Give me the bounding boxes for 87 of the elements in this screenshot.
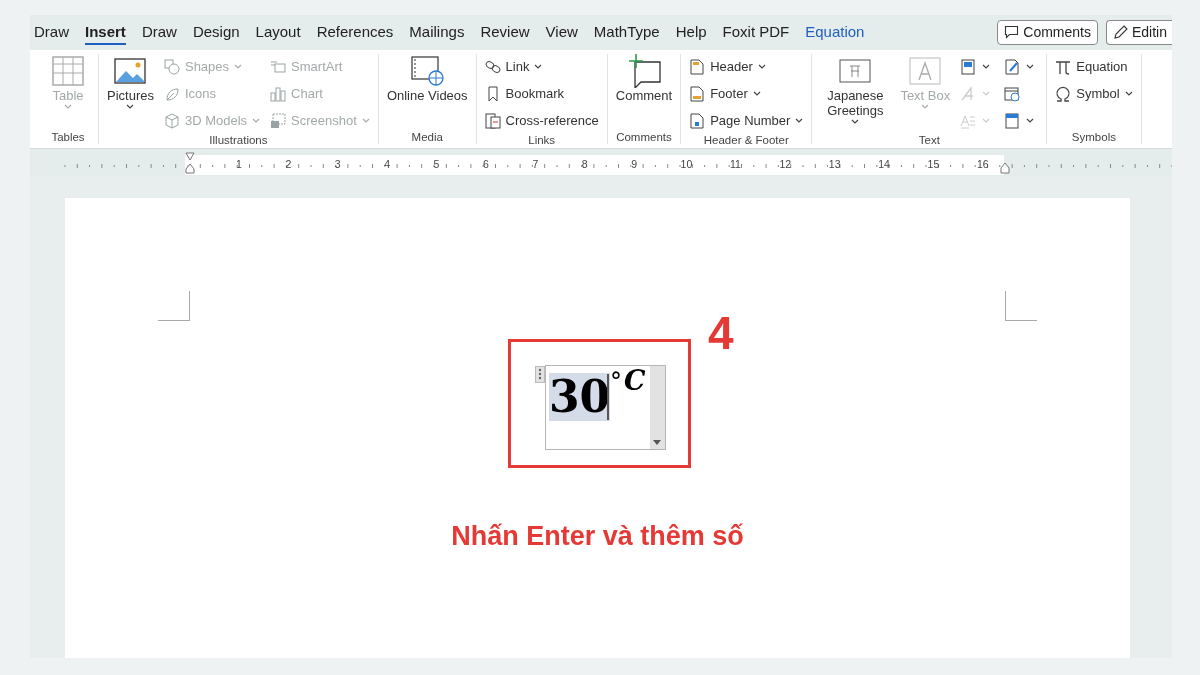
ribbon-button[interactable]: Cross-reference <box>484 108 599 133</box>
calendar-icon <box>1004 85 1021 102</box>
table-icon <box>52 55 84 86</box>
indent-marker <box>185 152 195 175</box>
page-number-icon <box>689 112 706 129</box>
top-bar-button[interactable]: Comments <box>997 19 1098 45</box>
ribbon-tab[interactable]: Review <box>473 17 537 48</box>
group-label: Symbols <box>1070 130 1117 145</box>
ruler-number: 12 <box>779 157 792 173</box>
text-box-icon <box>908 55 943 86</box>
ruler-number: 2 <box>285 157 292 173</box>
group-label: Comments <box>615 130 673 145</box>
top-bar-button[interactable]: Editin <box>1105 19 1172 45</box>
screenshot-icon <box>270 112 287 129</box>
ribbon-tab[interactable]: Draw <box>134 17 184 48</box>
ruler-number: 13 <box>828 157 841 173</box>
header-icon <box>689 58 706 75</box>
ribbon-tab[interactable]: References <box>309 17 401 48</box>
ruler-number: 11 <box>730 157 741 173</box>
ribbon-button[interactable]: Pictures <box>107 54 154 109</box>
caption: Nhấn Enter và thêm số <box>450 520 745 553</box>
group-label: Text <box>917 132 941 147</box>
ribbon-tab[interactable]: Design <box>185 17 247 48</box>
object-icon <box>1004 112 1021 129</box>
group-label: Links <box>527 132 557 147</box>
ruler-number: 4 <box>384 157 391 173</box>
ruler-number: 14 <box>878 157 890 173</box>
margin-corner-mark <box>1005 291 1037 321</box>
text-cursor <box>607 374 609 420</box>
degree-sign: ° <box>610 368 622 396</box>
ribbon-button[interactable]: Header <box>689 54 804 79</box>
unit-symbol: C <box>624 366 646 396</box>
ribbon-button[interactable]: Comment <box>615 54 673 103</box>
ruler-number: 16 <box>977 157 989 173</box>
ribbon-tab[interactable]: MathType <box>586 17 667 48</box>
group-label: Tables <box>50 130 86 145</box>
ruler-number: 10 <box>680 157 693 173</box>
ribbon-tab[interactable]: Draw <box>30 17 76 48</box>
group-label: Media <box>410 130 444 145</box>
link-icon <box>484 58 501 75</box>
ribbon-button[interactable]: Online Videos <box>386 54 468 103</box>
ruler-number: 15 <box>927 157 940 173</box>
video-globe-icon <box>410 55 444 86</box>
ribbon-button[interactable]: Page Number <box>689 108 804 133</box>
ruler-number: 1 <box>236 157 242 173</box>
group-label: Illustrations <box>208 132 269 147</box>
equation-number: 30 <box>549 373 611 421</box>
ribbon-tab[interactable]: Insert <box>78 17 133 48</box>
group-label: Header & Footer <box>702 132 790 147</box>
ribbon-tab[interactable]: Mailings <box>402 17 472 48</box>
pencil-icon <box>1112 25 1128 40</box>
ribbon-button[interactable]: Link <box>484 54 599 79</box>
ruler-number: 8 <box>581 157 588 173</box>
ribbon-button[interactable]: Symbol <box>1055 81 1133 106</box>
picture-icon <box>114 57 147 84</box>
dropdown-arrow-icon <box>653 440 661 445</box>
ruler-number: 5 <box>433 157 440 173</box>
ruler-number: 7 <box>532 157 539 173</box>
cube-icon <box>163 112 180 129</box>
footer-icon <box>689 85 706 102</box>
ruler-number: 9 <box>631 157 638 173</box>
ribbon-button[interactable]: Equation <box>1055 54 1133 79</box>
shapes-icon <box>163 58 180 75</box>
right-indent-marker <box>1000 162 1010 175</box>
margin-corner-mark <box>158 291 190 321</box>
comment-icon <box>1004 25 1020 40</box>
step-number: 4 <box>708 308 734 358</box>
pi-icon <box>1055 58 1072 75</box>
new-comment-icon <box>626 53 661 88</box>
greeting-card-icon <box>839 58 872 83</box>
ruler-number: 3 <box>334 157 341 173</box>
ribbon-tab[interactable]: Foxit PDF <box>715 17 797 48</box>
ribbon-tab[interactable]: Layout <box>248 17 308 48</box>
omega-icon <box>1055 85 1072 102</box>
ribbon-button[interactable]: Footer <box>689 81 804 106</box>
ruler-number: 6 <box>483 157 489 173</box>
ribbon-tab[interactable]: View <box>538 17 585 48</box>
ribbon-button[interactable]: Bookmark <box>484 81 599 106</box>
ribbon-tab[interactable]: Equation <box>798 17 872 48</box>
leaf-icon <box>163 85 180 102</box>
ribbon-tab[interactable]: Help <box>668 17 714 48</box>
bar-chart-icon <box>270 85 287 102</box>
smartart-icon <box>270 58 287 75</box>
signature-line-icon <box>1004 58 1021 75</box>
cross-reference-icon <box>484 112 501 129</box>
ribbon-button[interactable]: Japanese Greetings <box>820 54 891 124</box>
quick-parts-icon <box>960 58 977 75</box>
